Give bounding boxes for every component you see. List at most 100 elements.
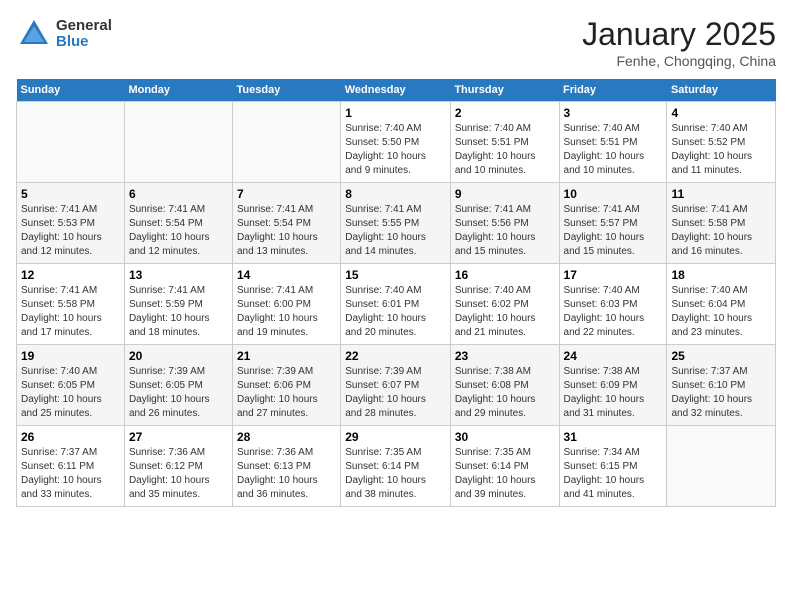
day-number: 27 (129, 430, 228, 444)
calendar-title: January 2025 (582, 16, 776, 53)
day-info: Sunrise: 7:38 AM Sunset: 6:08 PM Dayligh… (455, 365, 555, 421)
table-cell: 27 Sunrise: 7:36 AM Sunset: 6:12 PM Dayli… (124, 426, 232, 507)
day-info: Sunrise: 7:36 AM Sunset: 6:13 PM Dayligh… (237, 446, 336, 502)
day-info: Sunrise: 7:40 AM Sunset: 5:51 PM Dayligh… (564, 122, 663, 178)
day-info: Sunrise: 7:41 AM Sunset: 5:59 PM Dayligh… (129, 284, 228, 340)
calendar-location: Fenhe, Chongqing, China (582, 53, 776, 69)
day-number: 21 (237, 349, 336, 363)
weekday-header-saturday: Saturday (667, 79, 776, 102)
table-cell: 21 Sunrise: 7:39 AM Sunset: 6:06 PM Dayli… (233, 345, 341, 426)
day-info: Sunrise: 7:40 AM Sunset: 5:52 PM Dayligh… (671, 122, 771, 178)
weekday-header-tuesday: Tuesday (233, 79, 341, 102)
calendar-week-3: 12Sunrise: 7:41 AM Sunset: 5:58 PM Dayli… (17, 264, 776, 345)
weekday-header-wednesday: Wednesday (341, 79, 451, 102)
day-info: Sunrise: 7:37 AM Sunset: 6:11 PM Dayligh… (21, 446, 120, 502)
logo-general: General (56, 18, 112, 35)
table-cell: 24Sunrise: 7:38 AM Sunset: 6:09 PM Dayli… (559, 345, 667, 426)
day-info: Sunrise: 7:41 AM Sunset: 5:57 PM Dayligh… (564, 203, 663, 259)
day-number: 7 (237, 187, 336, 201)
table-cell: 1Sunrise: 7:40 AM Sunset: 5:50 PM Daylig… (341, 102, 451, 183)
calendar-week-2: 5Sunrise: 7:41 AM Sunset: 5:53 PM Daylig… (17, 183, 776, 264)
table-cell: 17 Sunrise: 7:40 AM Sunset: 6:03 PM Dayli… (559, 264, 667, 345)
day-number: 25 (671, 349, 771, 363)
day-number: 17 (564, 268, 663, 282)
day-number: 18 (671, 268, 771, 282)
day-info: Sunrise: 7:39 AM Sunset: 6:06 PM Dayligh… (237, 365, 336, 421)
logo-blue: Blue (56, 34, 112, 51)
day-info: Sunrise: 7:39 AM Sunset: 6:07 PM Dayligh… (345, 365, 446, 421)
day-number: 20 (129, 349, 228, 363)
day-number: 28 (237, 430, 336, 444)
day-number: 8 (345, 187, 446, 201)
day-number: 31 (564, 430, 663, 444)
day-number: 6 (129, 187, 228, 201)
day-number: 15 (345, 268, 446, 282)
day-info: Sunrise: 7:41 AM Sunset: 5:58 PM Dayligh… (21, 284, 120, 340)
day-info: Sunrise: 7:41 AM Sunset: 5:58 PM Dayligh… (671, 203, 771, 259)
day-number: 9 (455, 187, 555, 201)
table-cell (233, 102, 341, 183)
table-cell: 18 Sunrise: 7:40 AM Sunset: 6:04 PM Dayli… (667, 264, 776, 345)
calendar-table: SundayMondayTuesdayWednesdayThursdayFrid… (16, 79, 776, 507)
day-number: 1 (345, 106, 446, 120)
calendar-week-1: 1Sunrise: 7:40 AM Sunset: 5:50 PM Daylig… (17, 102, 776, 183)
table-cell: 29 Sunrise: 7:35 AM Sunset: 6:14 PM Dayli… (341, 426, 451, 507)
day-number: 14 (237, 268, 336, 282)
weekday-header-row: SundayMondayTuesdayWednesdayThursdayFrid… (17, 79, 776, 102)
calendar-week-5: 26 Sunrise: 7:37 AM Sunset: 6:11 PM Dayli… (17, 426, 776, 507)
day-info: Sunrise: 7:40 AM Sunset: 6:01 PM Dayligh… (345, 284, 446, 340)
table-cell: 10 Sunrise: 7:41 AM Sunset: 5:57 PM Dayli… (559, 183, 667, 264)
logo-icon (16, 16, 52, 52)
day-info: Sunrise: 7:40 AM Sunset: 6:03 PM Dayligh… (564, 284, 663, 340)
logo-text: General Blue (56, 18, 112, 51)
day-number: 4 (671, 106, 771, 120)
table-cell: 13Sunrise: 7:41 AM Sunset: 5:59 PM Dayli… (124, 264, 232, 345)
day-info: Sunrise: 7:37 AM Sunset: 6:10 PM Dayligh… (671, 365, 771, 421)
table-cell: 31 Sunrise: 7:34 AM Sunset: 6:15 PM Dayli… (559, 426, 667, 507)
day-info: Sunrise: 7:36 AM Sunset: 6:12 PM Dayligh… (129, 446, 228, 502)
table-cell: 12Sunrise: 7:41 AM Sunset: 5:58 PM Dayli… (17, 264, 125, 345)
page-header: General Blue January 2025 Fenhe, Chongqi… (16, 16, 776, 69)
day-info: Sunrise: 7:40 AM Sunset: 6:04 PM Dayligh… (671, 284, 771, 340)
logo: General Blue (16, 16, 112, 52)
table-cell (124, 102, 232, 183)
day-number: 10 (564, 187, 663, 201)
day-info: Sunrise: 7:38 AM Sunset: 6:09 PM Dayligh… (564, 365, 663, 421)
day-number: 16 (455, 268, 555, 282)
day-number: 30 (455, 430, 555, 444)
day-info: Sunrise: 7:35 AM Sunset: 6:14 PM Dayligh… (345, 446, 446, 502)
day-info: Sunrise: 7:41 AM Sunset: 5:54 PM Dayligh… (237, 203, 336, 259)
day-info: Sunrise: 7:41 AM Sunset: 5:54 PM Dayligh… (129, 203, 228, 259)
day-info: Sunrise: 7:39 AM Sunset: 6:05 PM Dayligh… (129, 365, 228, 421)
day-info: Sunrise: 7:34 AM Sunset: 6:15 PM Dayligh… (564, 446, 663, 502)
day-number: 5 (21, 187, 120, 201)
day-number: 29 (345, 430, 446, 444)
table-cell: 11Sunrise: 7:41 AM Sunset: 5:58 PM Dayli… (667, 183, 776, 264)
table-cell (17, 102, 125, 183)
weekday-header-monday: Monday (124, 79, 232, 102)
table-cell: 30 Sunrise: 7:35 AM Sunset: 6:14 PM Dayli… (450, 426, 559, 507)
day-info: Sunrise: 7:40 AM Sunset: 6:02 PM Dayligh… (455, 284, 555, 340)
table-cell: 15 Sunrise: 7:40 AM Sunset: 6:01 PM Dayli… (341, 264, 451, 345)
day-number: 2 (455, 106, 555, 120)
table-cell: 22Sunrise: 7:39 AM Sunset: 6:07 PM Dayli… (341, 345, 451, 426)
day-number: 19 (21, 349, 120, 363)
day-info: Sunrise: 7:35 AM Sunset: 6:14 PM Dayligh… (455, 446, 555, 502)
day-info: Sunrise: 7:41 AM Sunset: 5:56 PM Dayligh… (455, 203, 555, 259)
table-cell: 25 Sunrise: 7:37 AM Sunset: 6:10 PM Dayli… (667, 345, 776, 426)
calendar-week-4: 19 Sunrise: 7:40 AM Sunset: 6:05 PM Dayli… (17, 345, 776, 426)
day-number: 26 (21, 430, 120, 444)
day-info: Sunrise: 7:40 AM Sunset: 5:51 PM Dayligh… (455, 122, 555, 178)
table-cell: 23 Sunrise: 7:38 AM Sunset: 6:08 PM Dayli… (450, 345, 559, 426)
table-cell: 7 Sunrise: 7:41 AM Sunset: 5:54 PM Daylig… (233, 183, 341, 264)
table-cell: 2 Sunrise: 7:40 AM Sunset: 5:51 PM Daylig… (450, 102, 559, 183)
table-cell: 16 Sunrise: 7:40 AM Sunset: 6:02 PM Dayli… (450, 264, 559, 345)
table-cell: 4 Sunrise: 7:40 AM Sunset: 5:52 PM Daylig… (667, 102, 776, 183)
weekday-header-sunday: Sunday (17, 79, 125, 102)
table-cell: 14Sunrise: 7:41 AM Sunset: 6:00 PM Dayli… (233, 264, 341, 345)
day-number: 23 (455, 349, 555, 363)
table-cell: 9 Sunrise: 7:41 AM Sunset: 5:56 PM Daylig… (450, 183, 559, 264)
day-info: Sunrise: 7:40 AM Sunset: 6:05 PM Dayligh… (21, 365, 120, 421)
table-cell: 20 Sunrise: 7:39 AM Sunset: 6:05 PM Dayli… (124, 345, 232, 426)
day-number: 3 (564, 106, 663, 120)
